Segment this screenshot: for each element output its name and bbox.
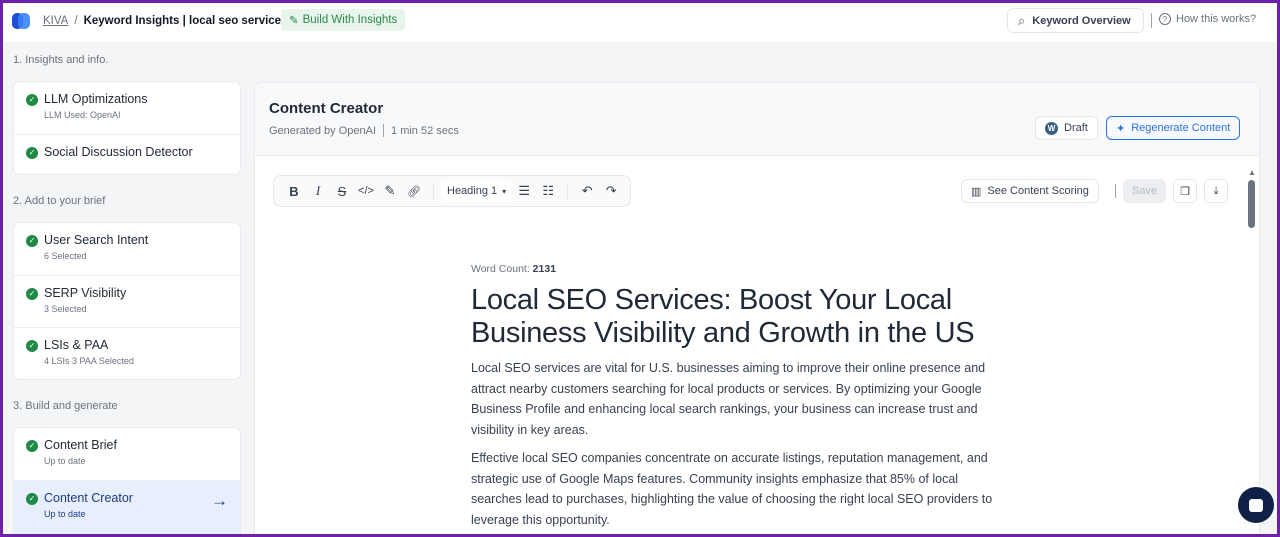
word-count-value: 2131 [532,263,557,275]
item-subtitle: 3 Selected [44,304,87,314]
keyword-overview-label: Keyword Overview [1032,14,1131,27]
bullet-list-icon[interactable]: ☰ [512,183,536,199]
item-subtitle: 6 Selected [44,251,87,261]
breadcrumb-separator: / [74,15,78,27]
item-title: LSIs & PAA [44,338,109,352]
scroll-up-icon[interactable]: ▲ [1248,168,1256,177]
panel-title: Content Creator [269,100,384,117]
see-content-scoring-button[interactable]: ▥ See Content Scoring [961,179,1099,203]
divider [433,183,434,199]
section-label: 3. Build and generate [13,400,118,412]
link-icon[interactable]: 🔗︎ [402,185,426,198]
section-label: 1. Insights and info. [13,54,109,66]
check-circle-icon: ✓ [26,288,38,300]
copy-icon[interactable]: ❐ [1173,179,1197,203]
wordpress-icon: W [1045,121,1058,135]
redo-icon[interactable]: ↷ [599,183,623,199]
article-content[interactable]: Word Count: 2131 Local SEO Services: Boo… [471,263,1011,530]
download-icon[interactable]: ⤓ [1204,179,1228,203]
code-icon[interactable]: </> [354,185,378,197]
bold-icon[interactable]: B [282,184,306,199]
chat-support-button[interactable] [1238,487,1274,523]
regenerate-label: Regenerate Content [1131,122,1231,134]
sidebar-card-generate: ✓ Content Brief Up to date ✓ Content Creato… [13,427,241,534]
search-icon: ⌕ [1018,12,1026,28]
highlighter-icon[interactable]: ✎ [378,183,402,199]
article-paragraph[interactable]: Local SEO services are vital for U.S. bu… [471,358,1011,440]
word-count-label: Word Count: [471,263,530,275]
section-label: 2. Add to your brief [13,195,106,207]
scroll-thumb[interactable] [1248,180,1255,228]
bar-chart-icon: ▥ [971,185,982,198]
build-with-insights-button[interactable]: ✎ Build With Insights [281,9,406,31]
duration: 1 min 52 secs [391,124,459,137]
how-this-works-link[interactable]: ? How this works? [1159,13,1256,25]
editor-toolbar: B I S </> ✎ 🔗︎ Heading 1 ▾ ☰ ☷ ↶ ↷ [273,175,631,207]
check-circle-icon: ✓ [26,340,38,352]
how-label: How this works? [1176,13,1257,25]
article-title[interactable]: Local SEO Services: Boost Your Local Bus… [471,284,1011,350]
pencil-icon: ✎ [289,15,299,27]
breadcrumb-root-link[interactable]: KIVA [43,15,68,27]
divider [1115,184,1116,198]
keyword-overview-button[interactable]: ⌕ Keyword Overview [1007,8,1144,33]
generated-by: Generated by OpenAI [269,124,377,137]
check-circle-icon: ✓ [26,235,38,247]
check-circle-icon: ✓ [26,440,38,452]
scrollbar[interactable]: ▲ [1248,168,1256,534]
numbered-list-icon[interactable]: ☷ [536,183,560,199]
word-count: Word Count: 2131 [471,263,1011,275]
sidebar-item-social-discussion[interactable]: ✓ Social Discussion Detector [14,134,240,174]
breadcrumb-current: Keyword Insights | local seo services [83,15,288,27]
breadcrumb: KIVA / Keyword Insights | local seo serv… [43,15,287,27]
arrow-right-icon: → [211,491,228,510]
sidebar-item-llm-optimizations[interactable]: ✓ LLM Optimizations LLM Used: OpenAI [14,82,240,134]
check-circle-icon: ✓ [26,94,38,106]
heading-value: Heading 1 [447,185,498,197]
check-circle-icon: ✓ [26,493,38,505]
sidebar-card-brief: ✓ User Search Intent 6 Selected ✓ SERP Visi… [13,222,241,380]
undo-icon[interactable]: ↶ [575,183,599,199]
item-title: SERP Visibility [44,286,127,300]
help-circle-icon: ? [1159,13,1171,25]
item-title: Content Brief [44,438,117,452]
regenerate-content-button[interactable]: ✦ Regenerate Content [1106,116,1241,140]
wordpress-draft-button[interactable]: W Draft [1035,116,1098,140]
item-subtitle: LLM Used: OpenAI [44,110,121,120]
sidebar-item-serp-visibility[interactable]: ✓ SERP Visibility 3 Selected [14,275,240,327]
save-button[interactable]: Save [1123,179,1167,203]
check-circle-icon: ✓ [26,147,38,159]
sparkle-icon: ✦ [1116,122,1126,135]
sidebar-item-user-search-intent[interactable]: ✓ User Search Intent 6 Selected [14,223,240,275]
content-creator-panel: Content Creator Generated by OpenAI 1 min… [254,82,1260,534]
panel-header: Content Creator Generated by OpenAI 1 min… [255,83,1259,156]
app-window: KIVA / Keyword Insights | local seo serv… [3,3,1277,534]
divider [567,183,569,199]
sidebar-item-content-brief[interactable]: ✓ Content Brief Up to date [14,428,240,480]
item-title: User Search Intent [44,233,149,247]
chat-icon [1249,498,1263,512]
heading-select[interactable]: Heading 1 ▾ [441,180,513,202]
item-title: Social Discussion Detector [44,145,193,159]
divider [1151,13,1152,28]
sidebar-card-insights: ✓ LLM Optimizations LLM Used: OpenAI ✓ Soci… [13,81,241,175]
draft-label: Draft [1064,122,1088,134]
item-subtitle: 4 LSIs 3 PAA Selected [44,356,134,366]
article-paragraph[interactable]: Effective local SEO companies concentrat… [471,448,1011,530]
top-bar: KIVA / Keyword Insights | local seo serv… [3,3,1277,42]
build-label: Build With Insights [302,14,398,26]
chevron-down-icon: ▾ [502,186,507,196]
kiva-logo-icon[interactable] [11,11,31,31]
sidebar-item-lsis-paa[interactable]: ✓ LSIs & PAA 4 LSIs 3 PAA Selected [14,327,240,379]
scoring-label: See Content Scoring [987,185,1089,197]
divider [383,124,385,137]
sidebar-item-content-creator[interactable]: ✓ Content Creator Up to date → [14,480,240,534]
item-subtitle: Up to date [44,456,86,466]
italic-icon[interactable]: I [306,183,330,199]
item-title: LLM Optimizations [44,92,148,106]
strikethrough-icon[interactable]: S [330,184,354,199]
panel-subtitle: Generated by OpenAI 1 min 52 secs [269,124,459,137]
